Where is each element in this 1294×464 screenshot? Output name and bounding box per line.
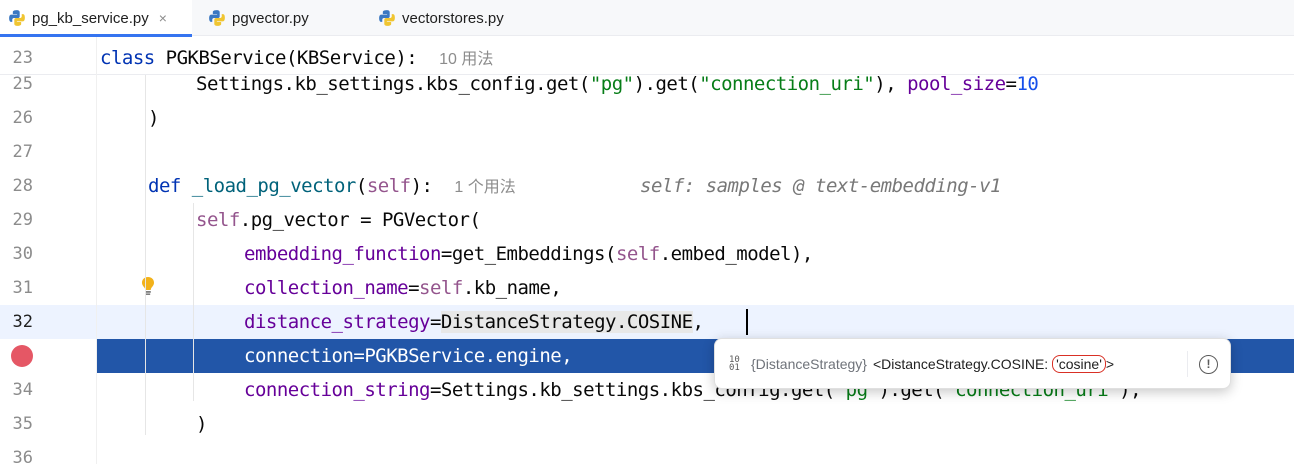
tab-pgvector[interactable]: pgvector.py [200, 0, 360, 36]
usage-hint[interactable]: 10 用法 [439, 51, 493, 68]
gutter-separator [96, 37, 97, 464]
python-file-icon [379, 10, 395, 26]
popup-separator [1187, 351, 1188, 377]
debug-inline-value: self: samples @ text-embedding-v1 [640, 175, 1002, 197]
code-text: collection_name=self.kb_name, [244, 277, 562, 299]
code-line[interactable]: 29 self.pg_vector = PGVector( [0, 203, 1294, 237]
code-line-current[interactable]: 32 distance_strategy=DistanceStrategy.CO… [0, 305, 1294, 339]
tab-pg-kb-service[interactable]: pg_kb_service.py × [0, 0, 192, 37]
value-text[interactable]: <DistanceStrategy.COSINE: 'cosine' > [873, 354, 1114, 373]
code-text: distance_strategy=DistanceStrategy.COSIN… [244, 311, 704, 333]
code-line[interactable]: 35 ) [0, 407, 1294, 441]
code-text: ) [196, 413, 207, 435]
python-file-icon [9, 10, 25, 26]
close-icon[interactable]: × [159, 10, 167, 26]
circled-value: 'cosine' [1052, 354, 1106, 373]
code-line[interactable]: 26 ) [0, 101, 1294, 135]
line-number: 32 [12, 312, 33, 332]
tab-label: pg_kb_service.py [32, 9, 149, 27]
breakpoint-icon[interactable] [11, 345, 33, 367]
editor-tab-bar: pg_kb_service.py × pgvector.py vectorsto… [0, 0, 1294, 37]
line-number: 25 [12, 74, 33, 94]
debug-value-popup[interactable]: 10 01 {DistanceStrategy} <DistanceStrate… [714, 338, 1231, 389]
lightbulb-icon[interactable] [140, 276, 156, 296]
indent-guide [193, 203, 194, 401]
code-text: def _load_pg_vector(self): 1 个用法 [148, 175, 516, 197]
line-number: 31 [12, 278, 33, 298]
tab-label: vectorstores.py [402, 9, 504, 27]
line-number: 28 [12, 176, 33, 196]
line-number: 26 [12, 108, 33, 128]
line-number: 35 [12, 414, 33, 434]
text-caret [746, 309, 748, 335]
hover-highlight[interactable]: DistanceStrategy.COSINE [440, 311, 693, 333]
line-number: 29 [12, 210, 33, 230]
line-number: 30 [12, 244, 33, 264]
line-number: 27 [12, 142, 33, 162]
python-file-icon [209, 10, 225, 26]
code-line[interactable]: 28 def _load_pg_vector(self): 1 个用法 self… [0, 169, 1294, 203]
value-type: {DistanceStrategy} [751, 355, 867, 372]
binary-type-icon: 10 01 [729, 354, 740, 373]
tab-label: pgvector.py [232, 9, 309, 27]
code-text: ) [148, 107, 159, 129]
code-text: embedding_function=get_Embeddings(self.e… [244, 243, 813, 265]
code-text: self.pg_vector = PGVector( [196, 209, 481, 231]
code-line[interactable]: 25 Settings.kb_settings.kbs_config.get("… [0, 67, 1294, 101]
code-line[interactable]: 31 collection_name=self.kb_name, [0, 271, 1294, 305]
info-icon[interactable]: ! [1199, 355, 1218, 374]
code-text: connection=PGKBService.engine, [244, 345, 573, 367]
code-text: Settings.kb_settings.kbs_config.get("pg"… [196, 73, 1039, 95]
code-line[interactable]: 27 [0, 135, 1294, 169]
line-number: 36 [12, 448, 33, 464]
line-number: 34 [12, 380, 33, 400]
indent-guide [145, 75, 146, 435]
code-editor[interactable]: 23 class PGKBService(KBService): 10 用法 2… [0, 37, 1294, 464]
code-line[interactable]: 36 [0, 441, 1294, 464]
tab-vectorstores[interactable]: vectorstores.py [370, 0, 558, 36]
usage-hint[interactable]: 1 个用法 [454, 179, 515, 196]
code-line[interactable]: 30 embedding_function=get_Embeddings(sel… [0, 237, 1294, 271]
